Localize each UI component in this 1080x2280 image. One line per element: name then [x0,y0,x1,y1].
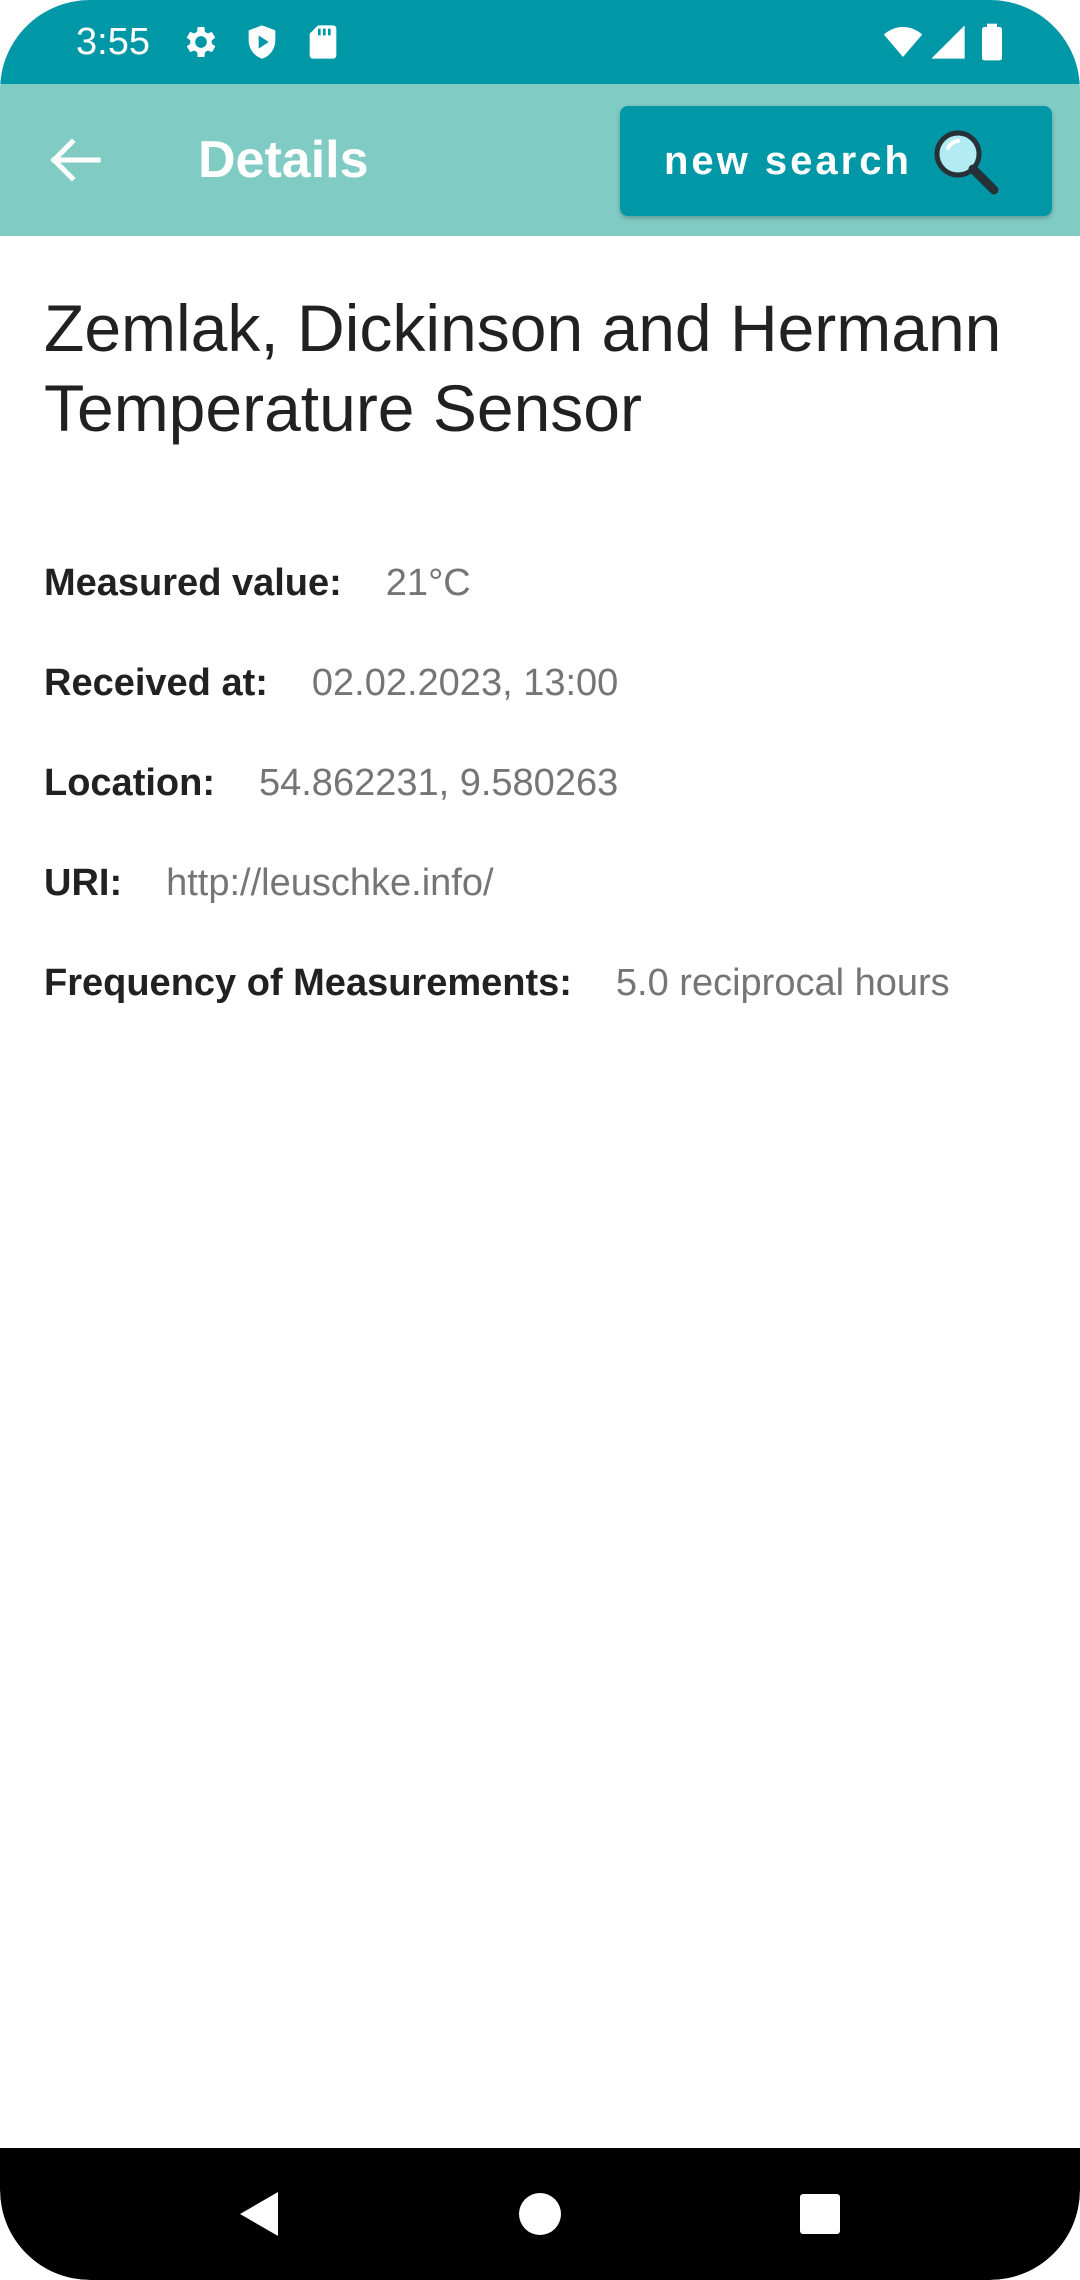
gear-icon [186,27,216,57]
back-triangle-icon[interactable] [230,2184,290,2244]
new-search-label: new search [664,139,912,183]
detail-value: http://leuschke.info/ [166,862,494,904]
app-bar: Details new search [0,84,1080,236]
details-screen: 3:55 Details new search Zemlak, Dickinso… [0,0,1080,2280]
recents-square-icon[interactable] [790,2184,850,2244]
detail-label: URI: [44,862,123,904]
sd-card-icon [309,25,337,59]
navigation-bar [0,2148,1080,2280]
detail-label: Location: [44,762,215,804]
arrow-left-icon [50,138,101,182]
detail-value: 54.862231, 9.580263 [258,762,619,804]
back-button[interactable] [30,120,120,200]
magnifier-icon [934,130,999,195]
detail-value: 02.02.2023, 13:00 [311,662,619,704]
detail-row-uri: URI: http://leuschke.info/ [44,858,494,908]
detail-value: 5.0 reciprocal hours [615,962,950,1004]
detail-row-measured-value: Measured value: 21°C [44,558,471,608]
detail-row-frequency: Frequency of Measurements: 5.0 reciprocal… [44,958,950,1008]
detail-value: 21°C [385,562,471,604]
detail-label: Received at: [44,662,268,704]
wifi-icon [883,27,923,57]
detail-label: Frequency of Measurements: [44,962,572,1004]
detail-row-location: Location: 54.862231, 9.580263 [44,758,618,808]
page-title: Details [198,131,369,189]
detail-label: Measured value: [44,562,342,604]
home-circle-icon[interactable] [510,2184,570,2244]
new-search-button[interactable]: new search [620,106,1052,216]
signal-icon [931,25,965,59]
detail-row-received-at: Received at: 02.02.2023, 13:00 [44,658,618,708]
status-time: 3:55 [76,21,150,63]
sensor-title: Zemlak, Dickinson and Hermann Temperatur… [44,291,1002,445]
shield-icon [248,25,276,59]
battery-icon [982,23,1002,61]
status-bar: 3:55 [0,0,1080,84]
